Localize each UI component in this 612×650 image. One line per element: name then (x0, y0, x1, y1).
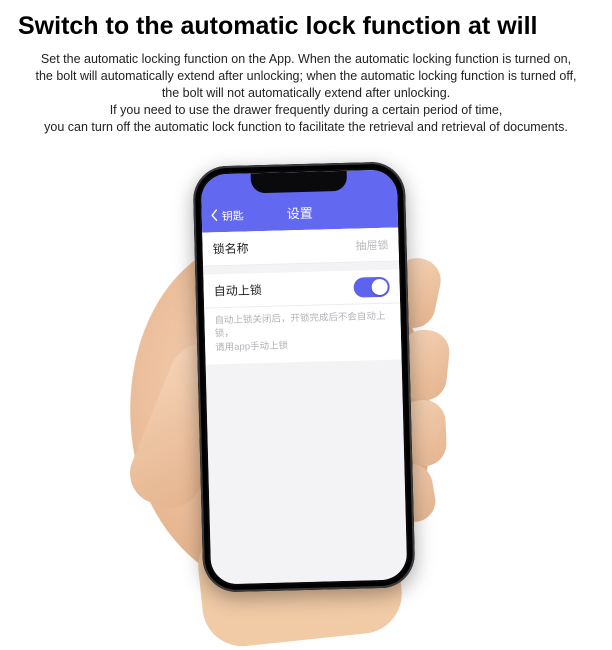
auto-lock-label: 自动上锁 (213, 281, 261, 299)
phone-screen: 钥匙 设置 锁名称 抽屉锁 自动上锁 自动上锁关闭后，开锁完成后不会自动上锁， … (201, 170, 408, 585)
desc-line: the bolt will not automatically extend a… (12, 85, 600, 102)
back-label: 钥匙 (222, 208, 244, 225)
phone-frame: 钥匙 设置 锁名称 抽屉锁 自动上锁 自动上锁关闭后，开锁完成后不会自动上锁， … (192, 161, 415, 592)
row-lock-name[interactable]: 锁名称 抽屉锁 (202, 227, 399, 266)
page-title: 设置 (286, 203, 313, 223)
settings-content: 锁名称 抽屉锁 自动上锁 自动上锁关闭后，开锁完成后不会自动上锁， 请用app手… (202, 227, 407, 584)
desc-line: you can turn off the automatic lock func… (12, 119, 600, 136)
lock-name-label: 锁名称 (212, 239, 248, 257)
auto-lock-toggle[interactable] (353, 276, 390, 297)
phone-notch (251, 171, 347, 194)
desc-line: the bolt will automatically extend after… (12, 68, 600, 85)
marketing-description: Set the automatic locking function on th… (0, 47, 612, 135)
auto-lock-hint: 自动上锁关闭后，开锁完成后不会自动上锁， 请用app手动上锁 (204, 303, 401, 364)
product-illustration: 钥匙 设置 锁名称 抽屉锁 自动上锁 自动上锁关闭后，开锁完成后不会自动上锁， … (0, 140, 612, 612)
desc-line: Set the automatic locking function on th… (12, 51, 600, 68)
chevron-left-icon (210, 209, 220, 224)
marketing-headline: Switch to the automatic lock function at… (0, 0, 612, 47)
lock-name-value: 抽屉锁 (355, 236, 388, 253)
row-auto-lock: 自动上锁 (203, 269, 400, 308)
desc-line: If you need to use the drawer frequently… (12, 102, 600, 119)
back-button[interactable]: 钥匙 (210, 208, 244, 225)
